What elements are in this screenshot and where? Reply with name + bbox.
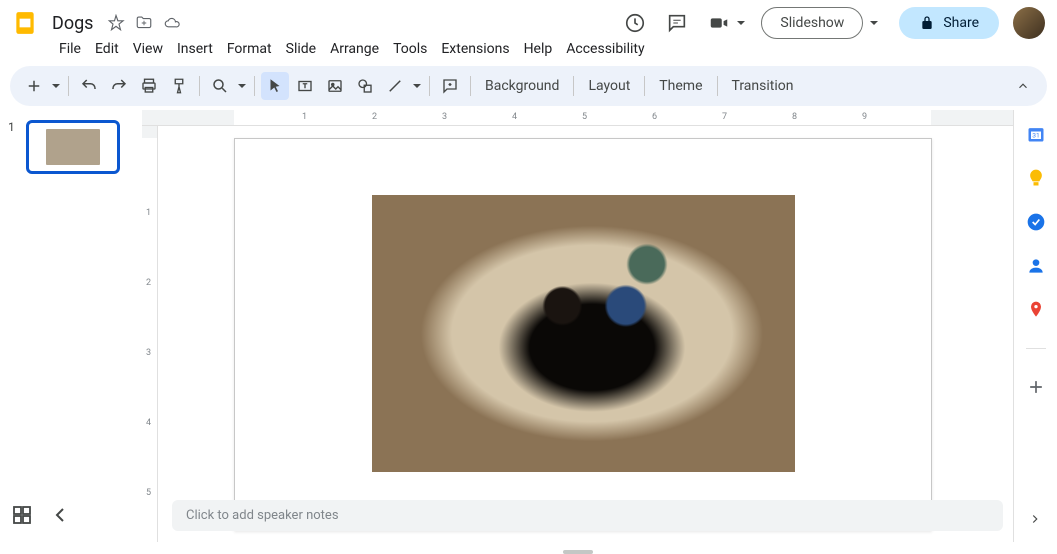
add-on-icon[interactable] — [1026, 377, 1046, 397]
ruler-tick: 8 — [792, 112, 797, 122]
tasks-icon[interactable] — [1026, 212, 1046, 232]
menu-accessibility[interactable]: Accessibility — [559, 39, 651, 59]
layout-button[interactable]: Layout — [580, 74, 638, 98]
ruler-tick: 3 — [146, 348, 151, 358]
collapse-toolbar-button[interactable] — [1009, 72, 1037, 100]
new-slide-dropdown[interactable] — [50, 82, 62, 90]
image-button[interactable] — [321, 72, 349, 100]
thumbnail-image — [46, 129, 100, 165]
menu-format[interactable]: Format — [220, 39, 279, 59]
shape-button[interactable] — [351, 72, 379, 100]
video-call-dropdown[interactable] — [735, 19, 747, 27]
ruler-tick: 4 — [512, 112, 517, 122]
redo-button[interactable] — [105, 72, 133, 100]
side-panel: 31 — [1013, 110, 1057, 542]
video-call-icon[interactable] — [705, 9, 733, 37]
slide-canvas[interactable] — [234, 138, 932, 531]
new-slide-button[interactable] — [20, 72, 48, 100]
expand-side-panel-button[interactable] — [1023, 507, 1047, 531]
slide-thumbnail-1[interactable] — [26, 120, 120, 174]
ruler-tick: 1 — [302, 112, 307, 122]
keep-icon[interactable] — [1026, 168, 1046, 188]
document-title[interactable]: Dogs — [46, 12, 99, 35]
undo-button[interactable] — [75, 72, 103, 100]
contacts-icon[interactable] — [1026, 256, 1046, 276]
account-avatar[interactable] — [1013, 7, 1045, 39]
ruler-tick: 1 — [146, 208, 151, 218]
separator — [199, 76, 200, 96]
maps-icon[interactable] — [1026, 300, 1046, 320]
calendar-icon[interactable]: 31 — [1026, 124, 1046, 144]
cloud-status-icon[interactable] — [161, 12, 183, 34]
separator — [470, 76, 471, 96]
horizontal-ruler[interactable]: 1 2 3 4 5 6 7 8 9 — [142, 110, 1013, 126]
canvas-area[interactable]: 1 2 3 4 5 6 7 8 9 1 2 3 4 5 — [142, 110, 1013, 542]
vertical-ruler[interactable]: 1 2 3 4 5 — [142, 126, 158, 542]
svg-text:31: 31 — [1032, 131, 1039, 139]
separator — [717, 76, 718, 96]
zoom-dropdown[interactable] — [236, 82, 248, 90]
notes-resize-handle[interactable] — [563, 550, 593, 554]
menu-edit[interactable]: Edit — [88, 39, 126, 59]
slide-number: 1 — [8, 120, 20, 174]
menu-view[interactable]: View — [126, 39, 170, 59]
paint-format-button[interactable] — [165, 72, 193, 100]
history-icon[interactable] — [621, 9, 649, 37]
theme-button[interactable]: Theme — [651, 74, 710, 98]
prev-slide-button[interactable] — [48, 503, 72, 527]
grid-view-button[interactable] — [10, 503, 34, 527]
slides-logo[interactable] — [12, 10, 38, 36]
slide-image-dog[interactable] — [372, 195, 795, 472]
slideshow-button[interactable]: Slideshow — [761, 7, 863, 39]
separator — [254, 76, 255, 96]
move-icon[interactable] — [133, 12, 155, 34]
filmstrip[interactable]: 1 — [0, 110, 142, 542]
toolbar: Background Layout Theme Transition — [10, 66, 1047, 106]
ruler-tick: 6 — [652, 112, 657, 122]
comment-button[interactable] — [436, 72, 464, 100]
separator — [68, 76, 69, 96]
speaker-notes-input[interactable]: Click to add speaker notes — [172, 500, 1003, 531]
menu-extensions[interactable]: Extensions — [434, 39, 516, 59]
separator — [1026, 348, 1046, 349]
ruler-tick: 7 — [722, 112, 727, 122]
ruler-tick: 5 — [582, 112, 587, 122]
menu-file[interactable]: File — [52, 39, 88, 59]
menu-bar: File Edit View Insert Format Slide Arran… — [0, 40, 1057, 62]
menu-tools[interactable]: Tools — [386, 39, 434, 59]
separator — [429, 76, 430, 96]
ruler-tick: 2 — [146, 278, 151, 288]
comments-icon[interactable] — [663, 9, 691, 37]
select-tool[interactable] — [261, 72, 289, 100]
star-icon[interactable] — [105, 12, 127, 34]
separator — [644, 76, 645, 96]
ruler-tick: 2 — [372, 112, 377, 122]
ruler-tick: 3 — [442, 112, 447, 122]
menu-slide[interactable]: Slide — [279, 39, 323, 59]
lock-icon — [919, 15, 935, 31]
menu-help[interactable]: Help — [517, 39, 560, 59]
menu-arrange[interactable]: Arrange — [323, 39, 386, 59]
line-dropdown[interactable] — [411, 82, 423, 90]
ruler-tick: 9 — [862, 112, 867, 122]
print-button[interactable] — [135, 72, 163, 100]
ruler-tick: 4 — [146, 418, 151, 428]
text-box-button[interactable] — [291, 72, 319, 100]
slideshow-dropdown[interactable] — [863, 5, 885, 41]
line-button[interactable] — [381, 72, 409, 100]
share-label: Share — [943, 15, 979, 31]
menu-insert[interactable]: Insert — [170, 39, 220, 59]
background-button[interactable]: Background — [477, 74, 567, 98]
separator — [573, 76, 574, 96]
share-button[interactable]: Share — [899, 7, 999, 39]
transition-button[interactable]: Transition — [724, 74, 802, 98]
zoom-button[interactable] — [206, 72, 234, 100]
